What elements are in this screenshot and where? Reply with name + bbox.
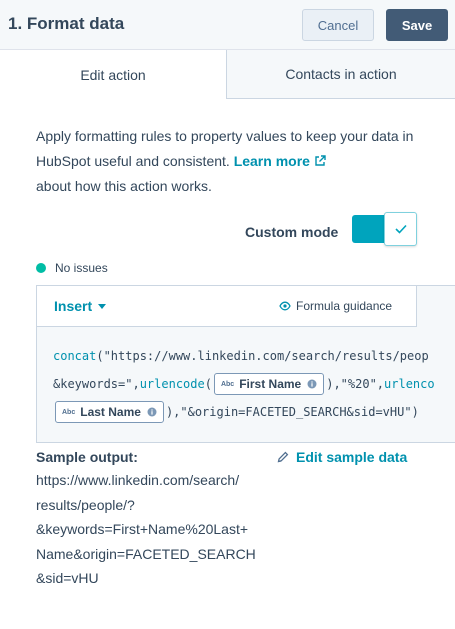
insert-label: Insert: [54, 298, 93, 314]
toggle-knob: [384, 212, 417, 246]
description-text: Apply formatting rules to property value…: [36, 128, 414, 169]
code-line: &keywords=", urlencode( Abc First Name ),…: [53, 370, 435, 398]
tab-edit-action[interactable]: Edit action: [0, 50, 227, 99]
tab-contacts-in-action[interactable]: Contacts in action: [227, 50, 455, 99]
sample-output-label: Sample output:: [36, 449, 138, 465]
text-type-icon: Abc: [220, 380, 235, 388]
info-icon[interactable]: [147, 407, 157, 417]
info-icon[interactable]: [307, 379, 317, 389]
sample-output-value: https://www.linkedin.com/search/ results…: [36, 468, 276, 591]
status-text: No issues: [55, 261, 108, 275]
custom-mode-toggle[interactable]: [352, 212, 417, 246]
formula-guidance-link[interactable]: Formula guidance: [279, 299, 392, 313]
panel-title: 1. Format data: [8, 14, 125, 33]
sample-output-line: &sid=vHU: [36, 570, 99, 586]
status-dot: [36, 263, 46, 273]
sample-output-line: results/people/?: [36, 496, 135, 513]
learn-more-link[interactable]: Learn more: [234, 153, 326, 169]
code-line: Abc Last Name ),"&origin=FACETED_SEARCH&…: [53, 398, 435, 426]
external-link-icon: [315, 155, 326, 166]
checkmark-icon: [394, 224, 407, 234]
property-token-first-name[interactable]: Abc First Name: [213, 373, 325, 395]
sample-output-line: https://www.linkedin.com/search/: [36, 472, 240, 488]
eye-icon: [279, 301, 291, 311]
editor-toolbar: Insert Formula guidance: [37, 286, 417, 327]
sample-output-line: &keywords=First+Name%20Last+: [36, 521, 249, 537]
property-token-last-name[interactable]: Abc Last Name: [55, 401, 164, 423]
code-text: ("https://www.linkedin.com/search/result…: [96, 349, 429, 363]
save-button[interactable]: Save: [386, 9, 448, 41]
formula-code[interactable]: concat ("https://www.linkedin.com/search/…: [53, 342, 435, 426]
panel-header: 1. Format data Cancel Save: [0, 0, 455, 50]
token-label: First Name: [239, 377, 302, 391]
pencil-icon: [277, 451, 289, 463]
edit-sample-data-label: Edit sample data: [296, 449, 408, 465]
code-function: urlenco: [384, 377, 435, 391]
tab-bar: Edit action Contacts in action: [0, 50, 455, 99]
cancel-button[interactable]: Cancel: [302, 9, 374, 41]
code-function: concat: [53, 349, 97, 363]
sample-output-line: Name&origin=FACETED_SEARCH: [36, 545, 256, 562]
edit-sample-data-link[interactable]: Edit sample data: [277, 449, 407, 465]
token-label: Last Name: [80, 405, 141, 419]
status-indicator: No issues: [36, 261, 108, 275]
action-description: Apply formatting rules to property value…: [36, 124, 416, 199]
learn-more-label: Learn more: [233, 153, 310, 169]
formula-editor[interactable]: Insert Formula guidance concat ("https://…: [36, 285, 455, 443]
code-text: (: [204, 377, 212, 391]
code-text: ),"%20",: [326, 377, 385, 391]
code-line: concat ("https://www.linkedin.com/search/…: [53, 342, 435, 370]
insert-dropdown[interactable]: Insert: [54, 298, 107, 314]
description-text-after: about how this action works.: [36, 178, 212, 194]
formula-guidance-label: Formula guidance: [296, 299, 393, 313]
chevron-down-icon: [98, 303, 107, 309]
text-type-icon: Abc: [62, 408, 76, 416]
custom-mode-label: Custom mode: [245, 224, 339, 240]
code-text: &keywords=",: [53, 377, 140, 391]
code-text: ),"&origin=FACETED_SEARCH&sid=vHU"): [165, 405, 419, 419]
code-function: urlencode: [139, 377, 205, 391]
